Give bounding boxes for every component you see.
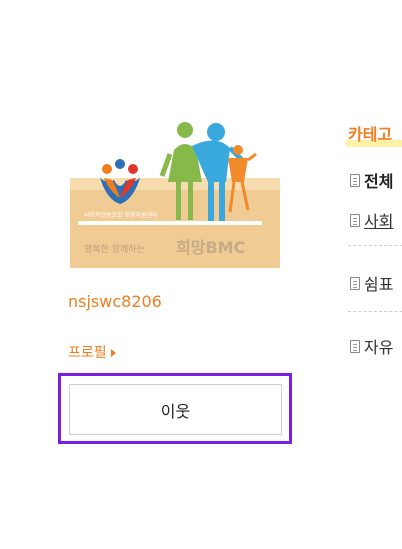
category-item-free[interactable]: 자유 [350, 334, 393, 358]
document-icon [350, 339, 360, 353]
category-item-comma[interactable]: 쉼표 [350, 271, 393, 295]
document-icon [350, 213, 360, 227]
category-divider [348, 311, 402, 312]
category-item-society[interactable]: 사회 [350, 208, 393, 232]
arrow-right-icon [110, 348, 116, 357]
category-divider [348, 245, 402, 246]
logo-main-text: 희망BMC [176, 238, 245, 257]
category-label: 전체 [364, 172, 394, 191]
profile-link-label: 프로필 [68, 345, 107, 361]
document-icon [350, 276, 360, 290]
category-title: 카테고 [345, 121, 402, 147]
blog-id[interactable]: nsjswc8206 [68, 292, 162, 311]
profile-image[interactable]: 사회적협동조합 희망지원센터 행복한 함께하는 희망BMC [70, 120, 280, 268]
profile-link[interactable]: 프로필 [68, 342, 116, 362]
neighbor-button[interactable]: 이웃 [69, 384, 282, 435]
category-item-all[interactable]: 전체 [350, 168, 393, 192]
category-label: 사회 [364, 212, 394, 231]
logo-org-text: 사회적협동조합 희망지원센터 [84, 211, 158, 219]
document-icon [350, 173, 360, 187]
category-label: 쉼표 [364, 275, 394, 294]
logo-illustration: 사회적협동조합 희망지원센터 행복한 함께하는 희망BMC [70, 122, 280, 268]
category-label: 자유 [364, 338, 394, 357]
logo-sub-text: 행복한 함께하는 [84, 243, 145, 255]
